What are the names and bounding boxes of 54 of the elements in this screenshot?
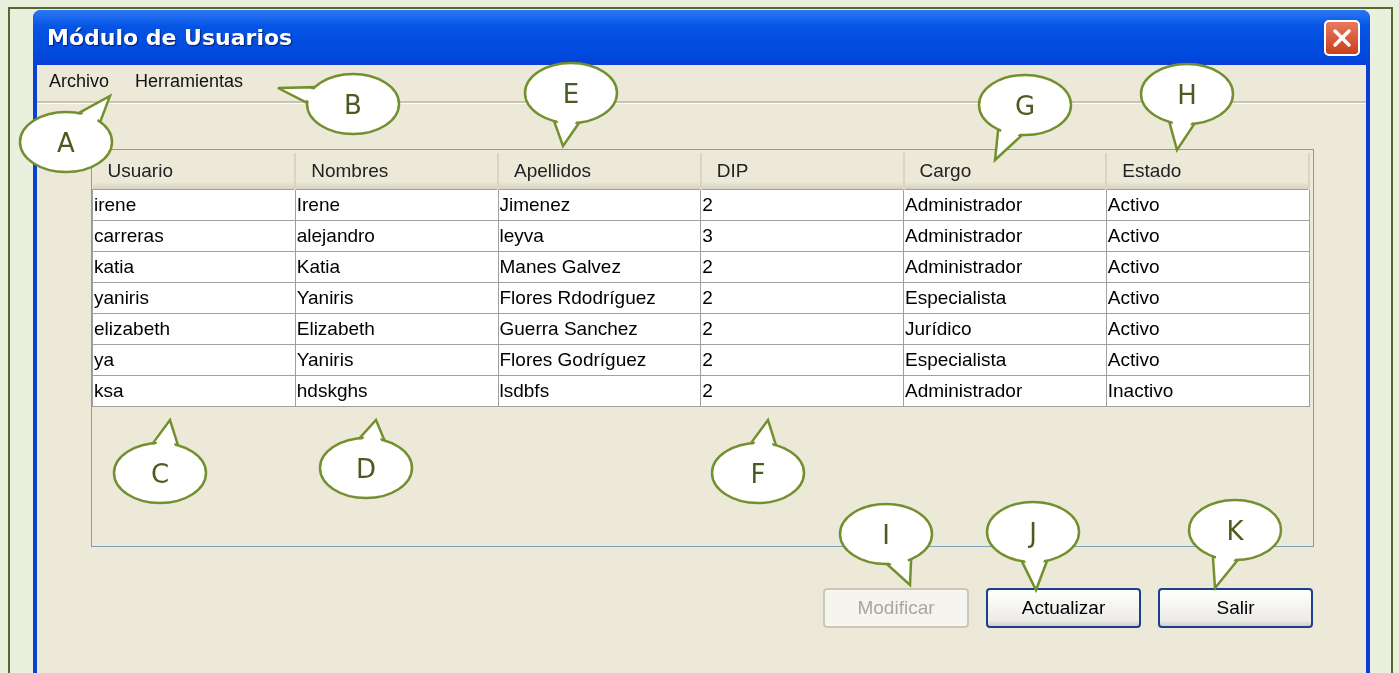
- table-cell: Activo: [1106, 344, 1309, 376]
- table-cell: Guerra Sanchez: [498, 313, 701, 345]
- menu-item[interactable]: Herramientas: [135, 71, 244, 101]
- close-icon: [1332, 27, 1352, 48]
- table-cell: Especialista: [903, 344, 1107, 376]
- table-cell: 2: [700, 344, 904, 376]
- column-header[interactable]: Cargo: [903, 153, 1107, 190]
- table-cell: 2: [700, 375, 904, 407]
- table-cell: Activo: [1106, 251, 1309, 283]
- table-cell: lsdbfs: [498, 375, 701, 407]
- table-cell: Especialista: [903, 282, 1107, 314]
- table-cell: Manes Galvez: [498, 251, 701, 283]
- column-header[interactable]: Usuario: [92, 153, 296, 190]
- table-cell: 2: [700, 313, 904, 345]
- table-cell: Administrador: [903, 251, 1107, 283]
- table-cell: elizabeth: [92, 313, 296, 345]
- table-cell: Flores Rdodríguez: [498, 282, 701, 314]
- column-header[interactable]: Estado: [1106, 153, 1309, 190]
- action-button[interactable]: Salir: [1158, 588, 1313, 628]
- table-cell: 2: [700, 189, 904, 221]
- action-button[interactable]: Actualizar: [986, 588, 1141, 628]
- column-header[interactable]: Nombres: [295, 153, 498, 190]
- table-cell: Inactivo: [1106, 375, 1309, 407]
- table-cell: Activo: [1106, 282, 1309, 314]
- table-cell: 2: [700, 251, 904, 283]
- table-cell: katia: [92, 251, 296, 283]
- column-header[interactable]: DIP: [700, 153, 904, 190]
- window-title: Módulo de Usuarios: [47, 25, 293, 50]
- table-cell: Administrador: [903, 220, 1107, 252]
- table-cell: Katia: [295, 251, 498, 283]
- table-cell: yaniris: [92, 282, 296, 314]
- table-cell: Administrador: [903, 375, 1107, 407]
- table-cell: 3: [700, 220, 904, 252]
- table-cell: Jimenez: [498, 189, 701, 221]
- table-cell: irene: [92, 189, 296, 221]
- table-cell: leyva: [498, 220, 701, 252]
- table-cell: Activo: [1106, 220, 1309, 252]
- table-cell: alejandro: [295, 220, 498, 252]
- table-cell: Jurídico: [903, 313, 1107, 345]
- table-cell: 2: [700, 282, 904, 314]
- table-cell: Administrador: [903, 189, 1107, 221]
- table-cell: Flores Godríguez: [498, 344, 701, 376]
- table-cell: ya: [92, 344, 296, 376]
- table-cell: Yaniris: [295, 344, 498, 376]
- column-header[interactable]: Apellidos: [498, 153, 701, 190]
- close-button[interactable]: [1324, 19, 1360, 56]
- table-cell: ksa: [92, 375, 296, 407]
- table-cell: carreras: [92, 220, 296, 252]
- table-cell: Activo: [1106, 313, 1309, 345]
- table-cell: Irene: [295, 189, 498, 221]
- table-cell: hdskghs: [295, 375, 498, 407]
- table-cell: Activo: [1106, 189, 1309, 221]
- table-cell: Elizabeth: [295, 313, 498, 345]
- table-cell: Yaniris: [295, 282, 498, 314]
